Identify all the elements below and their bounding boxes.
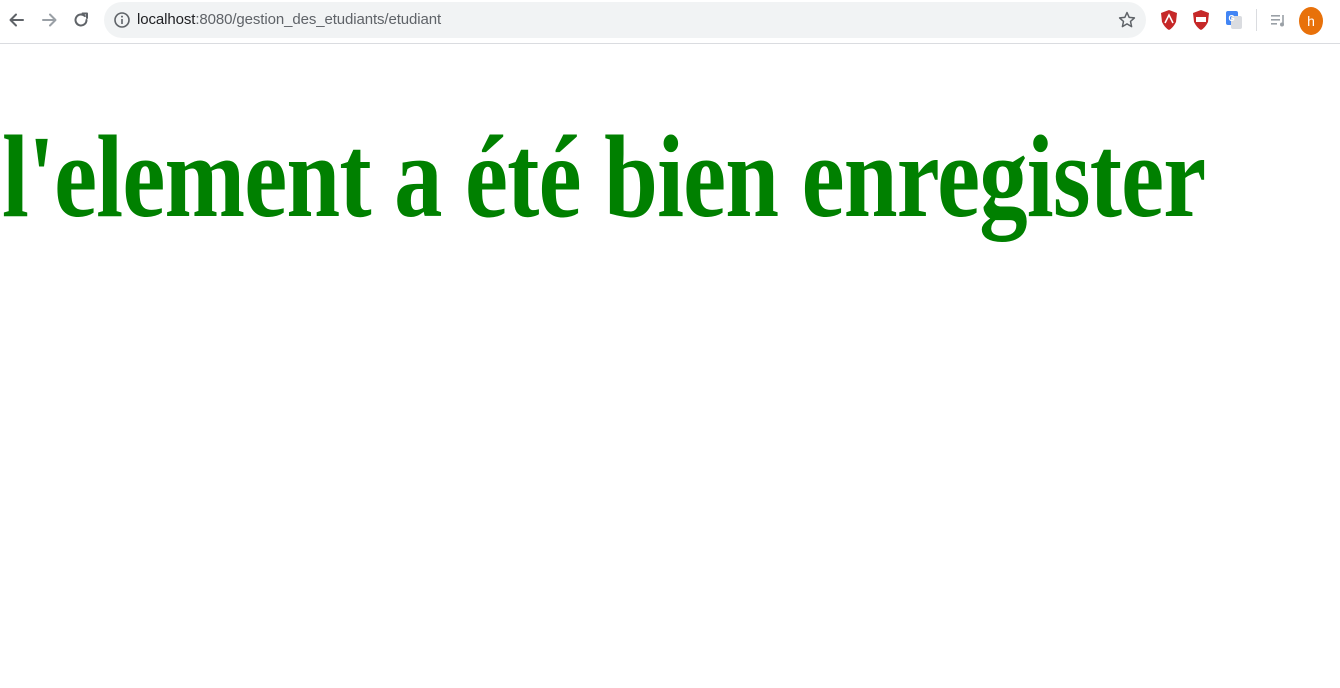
toolbar-divider: [1256, 9, 1257, 31]
adblock-plus-extension-button[interactable]: [1190, 8, 1212, 32]
info-icon[interactable]: [113, 11, 131, 29]
media-control-button[interactable]: [1267, 8, 1289, 32]
address-bar[interactable]: localhost:8080/gestion_des_etudiants/etu…: [104, 2, 1146, 38]
forward-button[interactable]: [37, 8, 61, 32]
page-content: l'element a été bien enregister: [0, 44, 1340, 687]
arrow-right-icon: [42, 13, 57, 27]
playlist-icon: [1271, 15, 1284, 27]
translate-extension-button[interactable]: G: [1223, 8, 1245, 32]
svg-text:G: G: [1229, 14, 1235, 23]
reload-button[interactable]: [69, 8, 93, 32]
arrow-left-icon: [9, 13, 24, 27]
star-icon[interactable]: [1117, 10, 1137, 30]
back-button[interactable]: [5, 8, 29, 32]
google-translate-icon: G: [1226, 11, 1242, 29]
browser-toolbar: localhost:8080/gestion_des_etudiants/etu…: [0, 0, 1340, 44]
success-message: l'element a été bien enregister: [2, 111, 1206, 242]
url-text[interactable]: localhost:8080/gestion_des_etudiants/etu…: [137, 11, 441, 29]
adblock-shield-icon: [1193, 10, 1209, 30]
url-host: localhost: [137, 11, 196, 28]
reload-icon: [74, 12, 88, 27]
url-path: :8080/gestion_des_etudiants/etudiant: [195, 11, 442, 28]
profile-avatar[interactable]: h: [1299, 7, 1323, 35]
adblock-extension-button[interactable]: [1158, 8, 1180, 32]
adblock-shield-icon: [1161, 10, 1177, 30]
